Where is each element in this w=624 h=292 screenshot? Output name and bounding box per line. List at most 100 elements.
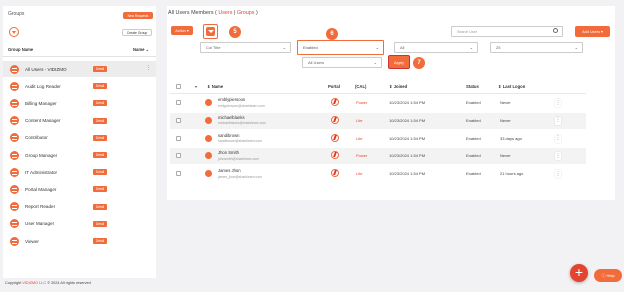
row-menu-icon[interactable]: ⋮: [555, 99, 561, 107]
groups-title: Groups: [8, 11, 25, 17]
apply-button[interactable]: Apply: [388, 55, 410, 69]
group-detail-badge[interactable]: Detail: [93, 66, 108, 72]
group-avatar-icon: [10, 98, 19, 108]
row-menu-icon[interactable]: ⋮: [555, 116, 561, 125]
col-last-logon[interactable]: ⇕ Last Logon: [498, 84, 525, 89]
group-detail-badge[interactable]: Detail: [93, 220, 108, 227]
breadcrumb-groups-link[interactable]: Groups: [237, 10, 255, 16]
user-email: sandibrown@sharklearn.com: [218, 139, 262, 144]
status-select[interactable]: Enabled ⌄: [297, 40, 384, 55]
add-fab-button[interactable]: +: [570, 264, 588, 282]
joined-value: 10/23/2024 1:54 PM: [389, 171, 426, 177]
add-users-button[interactable]: Add Users ▾: [575, 26, 610, 37]
group-avatar-icon: [10, 202, 19, 212]
breadcrumb-users-link[interactable]: Users: [218, 10, 232, 16]
group-detail-badge[interactable]: Detail: [93, 203, 108, 210]
filter-button[interactable]: [203, 24, 218, 39]
help-button[interactable]: ⓘ Help: [594, 269, 622, 282]
search-placeholder: Search User: [457, 29, 477, 34]
group-name: Portal Manager: [25, 186, 57, 192]
brand-link[interactable]: VIDIZMO LLC: [22, 281, 46, 285]
user-avatar-icon: [205, 99, 212, 106]
cal-value: Power: [356, 100, 368, 105]
portal-icon: [331, 115, 339, 124]
group-name: Billing Manager: [25, 100, 57, 106]
page-size-value: 25: [496, 45, 501, 50]
user-name[interactable]: emblypiersoon: [218, 97, 245, 102]
row-checkbox[interactable]: [176, 135, 181, 141]
row-menu-icon[interactable]: ⋮: [555, 152, 561, 161]
group-item[interactable]: User Manager Detail: [3, 216, 156, 232]
group-avatar-icon: [10, 150, 19, 160]
row-menu-icon[interactable]: ⋮: [555, 134, 561, 143]
user-name[interactable]: sandibrown: [218, 133, 239, 138]
table-row[interactable]: James Jhon james_jhon@sharklearn.com Lite 1…: [170, 166, 586, 182]
sort-name[interactable]: Name ⌄: [133, 47, 149, 52]
create-group-button[interactable]: Create Group: [122, 29, 152, 36]
group-avatar-icon: [10, 81, 19, 91]
user-name[interactable]: Jhon Smith: [218, 150, 239, 155]
group-detail-badge[interactable]: Detail: [93, 117, 108, 124]
row-checkbox[interactable]: [176, 153, 181, 159]
group-detail-badge[interactable]: Detail: [93, 186, 108, 193]
row-checkbox[interactable]: [176, 117, 181, 123]
expand-all-icon[interactable]: ▾: [195, 84, 197, 89]
cal-value: Power: [356, 153, 368, 159]
group-item[interactable]: Viewer Detail: [3, 233, 156, 249]
action-dropdown[interactable]: Action ▾: [171, 26, 193, 35]
group-item[interactable]: Contributor Detail: [3, 130, 156, 146]
group-item[interactable]: Portal Manager Detail: [3, 181, 156, 197]
group-item[interactable]: Group Manager Detail: [3, 147, 156, 163]
row-menu-icon[interactable]: ⋮: [555, 170, 561, 179]
joined-value: 10/23/2024 1:54 PM: [389, 100, 426, 105]
group-item[interactable]: Audit Log Reader Detail: [3, 78, 156, 94]
user-email: james_jhon@sharklearn.com: [218, 174, 262, 179]
table-row[interactable]: emblypiersoon emlypiersoon@sharklearn.com…: [170, 95, 586, 111]
last-logon-value: 21 hours ago: [500, 171, 524, 177]
group-item[interactable]: Content Manager Detail: [3, 113, 156, 129]
search-icon[interactable]: [553, 28, 558, 33]
all-select[interactable]: All ⌄: [394, 42, 478, 53]
new-requests-button[interactable]: New Requests: [123, 12, 153, 19]
group-detail-badge[interactable]: Detail: [93, 152, 108, 158]
portal-icon: [331, 133, 339, 142]
group-menu-icon[interactable]: ⋮: [146, 65, 151, 71]
group-item[interactable]: IT Administrator Detail: [3, 164, 156, 180]
search-input[interactable]: Search User: [451, 26, 563, 37]
col-title-select[interactable]: Col Title ⌄: [200, 42, 291, 53]
row-checkbox[interactable]: [176, 100, 181, 105]
table-row[interactable]: sandibrown sandibrown@sharklearn.com Lite 1…: [170, 131, 586, 147]
group-detail-badge[interactable]: Detail: [93, 100, 108, 107]
group-avatar-icon: [10, 236, 19, 246]
group-name: Viewer: [25, 238, 39, 244]
col-name[interactable]: ⇕ Name: [207, 84, 223, 89]
filter-icon[interactable]: [9, 27, 19, 37]
joined-value: 10/23/2024 1:54 PM: [389, 117, 426, 123]
action-label: Action: [175, 28, 186, 33]
user-name[interactable]: michaelblanks: [218, 115, 245, 120]
group-detail-badge[interactable]: Detail: [93, 238, 108, 244]
group-name: Audit Log Reader: [25, 83, 61, 89]
select-all-checkbox[interactable]: [176, 84, 181, 89]
group-item[interactable]: Report Reader Detail: [3, 199, 156, 215]
group-detail-badge[interactable]: Detail: [93, 134, 108, 141]
group-item[interactable]: All Users - VIDIZMO Detail ⋮: [3, 61, 156, 77]
group-avatar-icon: [10, 133, 19, 143]
user-avatar-icon: [205, 152, 212, 160]
group-name: All Users - VIDIZMO: [25, 66, 67, 72]
table-row[interactable]: Jhon Smith johnsmith@sharklearn.com Power 1…: [170, 148, 586, 165]
cal-value: Lite: [356, 171, 363, 177]
group-detail-badge[interactable]: Detail: [93, 83, 108, 90]
group-detail-badge[interactable]: Detail: [93, 169, 108, 176]
col-joined[interactable]: ⇕ Joined: [389, 84, 407, 89]
table-row[interactable]: michaelblanks michaelblanks@sharklearn.co…: [170, 112, 586, 129]
cal-value: Lite: [356, 117, 363, 123]
page-size-select[interactable]: 25 ⌄: [490, 42, 583, 53]
group-item[interactable]: Billing Manager Detail: [3, 95, 156, 111]
step-badge-6: 6: [326, 28, 338, 40]
group-avatar-icon: [10, 167, 19, 177]
user-name[interactable]: James Jhon: [218, 168, 241, 173]
all-users-select[interactable]: All Users ⌄: [302, 57, 382, 68]
row-checkbox[interactable]: [176, 171, 181, 177]
footer-copyright: Copyright VIDIZMO LLC © 2024 All rights …: [5, 281, 91, 285]
